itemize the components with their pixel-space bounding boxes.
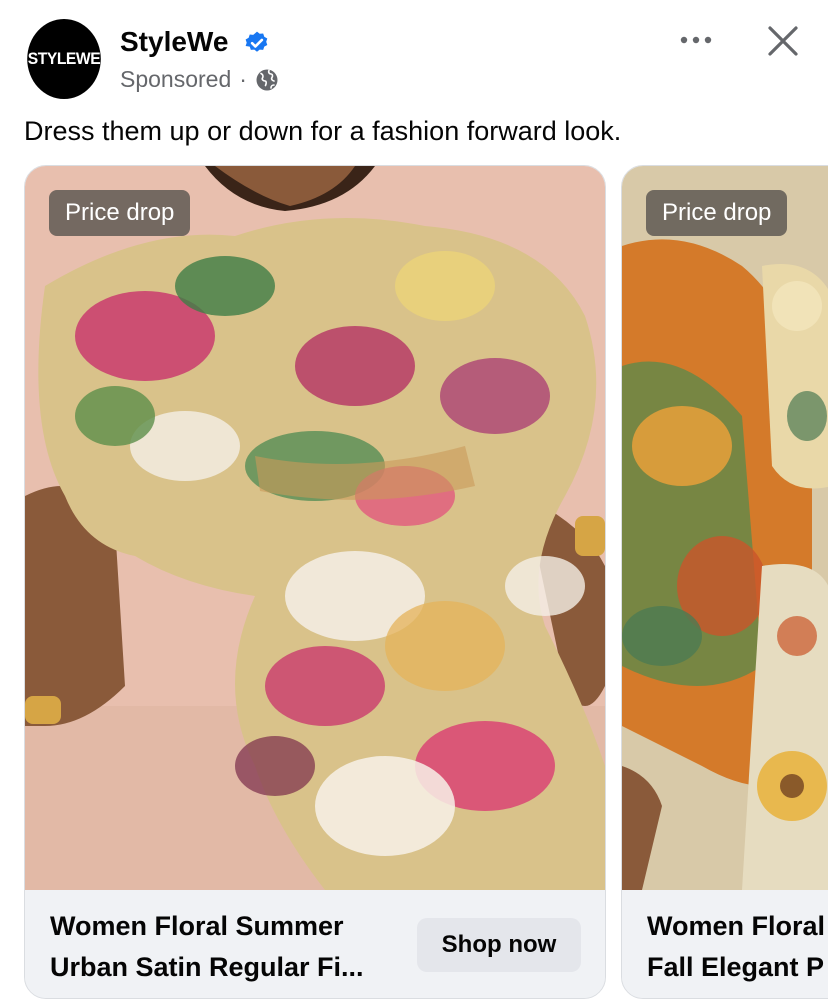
price-drop-badge: Price drop — [49, 190, 191, 236]
product-card[interactable]: Price drop Women Floral Fall Elegant P — [621, 165, 828, 999]
more-options-button[interactable] — [674, 20, 718, 60]
product-title[interactable]: Women Floral Summer Urban Satin Regular … — [50, 906, 400, 988]
card-footer[interactable]: Women Floral Fall Elegant P — [622, 890, 828, 998]
globe-icon[interactable] — [255, 68, 279, 92]
page-avatar[interactable]: STYLEWE — [27, 19, 101, 99]
product-title[interactable]: Women Floral Fall Elegant P — [647, 906, 828, 988]
product-title-line: Urban Satin Regular Fi... — [50, 952, 364, 982]
post-caption: Dress them up or down for a fashion forw… — [24, 116, 622, 146]
product-title-line: Fall Elegant P — [647, 952, 825, 982]
hide-post-button[interactable] — [760, 18, 806, 64]
product-image[interactable] — [25, 166, 605, 890]
shop-now-button[interactable]: Shop now — [417, 918, 581, 972]
post-header: STYLEWE StyleWe Sponsored · — [0, 0, 828, 110]
separator-dot: · — [239, 66, 247, 92]
sponsored-row: Sponsored · — [120, 66, 279, 93]
close-icon — [768, 26, 798, 56]
product-title-line: Women Floral — [647, 911, 826, 941]
more-horizontal-icon — [680, 36, 712, 44]
product-card[interactable]: Price drop Women Floral Summer Urban Sat… — [24, 165, 606, 999]
sponsored-label[interactable]: Sponsored — [120, 66, 231, 93]
card-footer[interactable]: Women Floral Summer Urban Satin Regular … — [25, 890, 605, 998]
product-image[interactable] — [622, 166, 828, 890]
verified-badge-icon — [245, 31, 268, 52]
product-carousel[interactable]: Price drop Women Floral Summer Urban Sat… — [0, 165, 828, 999]
product-title-line: Women Floral Summer — [50, 911, 344, 941]
page-name-link[interactable]: StyleWe — [120, 26, 228, 58]
price-drop-badge: Price drop — [646, 190, 788, 236]
